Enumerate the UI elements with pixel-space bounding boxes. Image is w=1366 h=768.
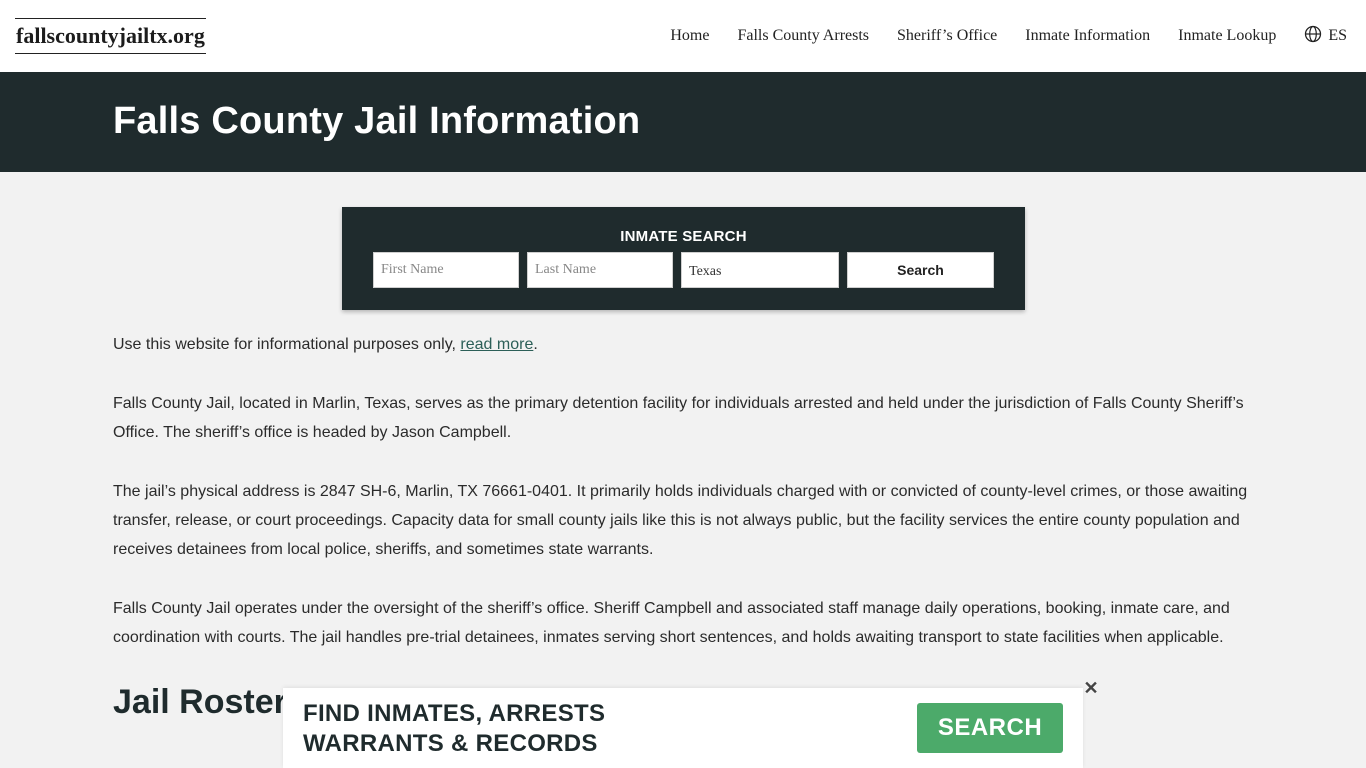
language-label: ES: [1328, 27, 1347, 44]
disclaimer: Use this website for informational purpo…: [113, 330, 1253, 359]
paragraph-intro: Falls County Jail, located in Marlin, Te…: [113, 395, 1244, 441]
paragraph-address: The jail’s physical address is 2847 SH-6…: [113, 483, 1248, 558]
inmate-search-title: INMATE SEARCH: [620, 228, 747, 245]
last-name-input[interactable]: [527, 252, 673, 288]
page-banner: Falls County Jail Information: [0, 72, 1366, 172]
first-name-input[interactable]: [373, 252, 519, 288]
bottom-ad-banner: FIND INMATES, ARRESTS WARRANTS & RECORDS…: [283, 688, 1083, 768]
ad-headline-line1: FIND INMATES, ARRESTS: [303, 700, 606, 727]
ad-headline: FIND INMATES, ARRESTS WARRANTS & RECORDS: [303, 699, 723, 759]
ad-headline-line2: WARRANTS & RECORDS: [303, 730, 598, 757]
close-icon[interactable]: ✕: [1083, 679, 1099, 697]
site-logo[interactable]: fallscountyjailtx.org: [15, 18, 206, 54]
ad-search-button[interactable]: SEARCH: [917, 703, 1063, 753]
nav-sheriffs-office[interactable]: Sheriff’s Office: [897, 27, 997, 45]
state-select[interactable]: Texas: [681, 252, 839, 288]
nav-inmate-lookup[interactable]: Inmate Lookup: [1178, 27, 1276, 45]
disclaimer-text: Use this website for informational purpo…: [113, 336, 461, 353]
paragraph-operations: Falls County Jail operates under the ove…: [113, 600, 1230, 646]
globe-icon: [1304, 25, 1322, 48]
site-header: fallscountyjailtx.org Home Falls County …: [0, 0, 1366, 72]
language-switcher[interactable]: ES: [1304, 25, 1347, 48]
nav-falls-county-arrests[interactable]: Falls County Arrests: [737, 27, 869, 45]
read-more-link[interactable]: read more: [460, 336, 533, 353]
nav-inmate-information[interactable]: Inmate Information: [1025, 27, 1150, 45]
state-select-value: Texas: [689, 264, 722, 279]
main-nav: Home Falls County Arrests Sheriff’s Offi…: [642, 24, 1347, 48]
inmate-search-widget: INMATE SEARCH Texas Search: [342, 207, 1025, 310]
page-title: Falls County Jail Information: [113, 100, 641, 142]
main-content: Use this website for informational purpo…: [113, 330, 1253, 722]
disclaimer-end: .: [533, 336, 538, 353]
inmate-search-button[interactable]: Search: [847, 252, 994, 288]
nav-home[interactable]: Home: [670, 27, 709, 45]
